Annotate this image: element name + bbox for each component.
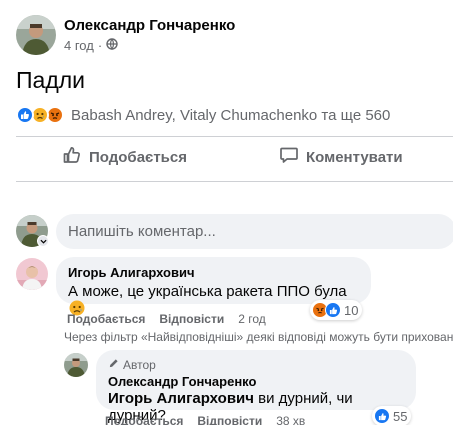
post-meta: 4 год ·	[64, 38, 118, 53]
comment-button[interactable]: Коментувати	[279, 144, 403, 170]
author-badge: Автор	[108, 358, 404, 372]
reply-author[interactable]: Олександр Гончаренко	[108, 374, 404, 389]
comment-input-placeholder: Напишіть коментар...	[68, 223, 216, 240]
comment-icon	[279, 145, 299, 169]
author-badge-label: Автор	[123, 358, 156, 372]
comment-button-label: Коментувати	[306, 148, 403, 166]
divider	[16, 136, 453, 137]
post-author-name[interactable]: Олександр Гончаренко	[64, 17, 235, 34]
reply-time[interactable]: 38 хв	[276, 414, 305, 425]
chevron-down-icon[interactable]	[37, 235, 49, 247]
reply-reply-link[interactable]: Відповісти	[197, 414, 262, 425]
pencil-icon	[108, 358, 119, 372]
comment-reaction-count: 10	[344, 302, 359, 318]
like-reaction-icon	[374, 408, 390, 424]
comment-reactions[interactable]: 10	[310, 300, 363, 320]
comment-like-link[interactable]: Подобається	[67, 312, 145, 326]
reply-actions: Подобається Відповісти 38 хв	[105, 414, 305, 425]
reactions-text[interactable]: Babash Andrey, Vitaly Chumachenko та ще …	[71, 107, 390, 124]
like-reaction-icon	[16, 106, 34, 124]
commenter-avatar[interactable]	[16, 258, 48, 290]
like-button-label: Подобається	[89, 148, 187, 166]
comment-author[interactable]: Игорь Алигархович	[68, 265, 359, 280]
reply-bubble: Автор Олександр Гончаренко Игорь Алигарх…	[96, 350, 416, 424]
reply-reactions[interactable]: 55	[372, 406, 412, 425]
like-button[interactable]: Подобається	[62, 144, 187, 170]
reply-like-link[interactable]: Подобається	[105, 414, 183, 425]
post-text: Падли	[16, 67, 86, 93]
comment-actions: Подобається Відповісти 2 год	[67, 312, 266, 326]
reply-mention[interactable]: Игорь Алигархович	[108, 390, 254, 407]
reactions-summary[interactable]: Babash Andrey, Vitaly Chumachenko та ще …	[16, 105, 390, 125]
post-author-avatar[interactable]	[16, 15, 56, 55]
reply-reaction-count: 55	[393, 408, 408, 424]
comment-reply-link[interactable]: Відповісти	[159, 312, 224, 326]
like-reaction-icon	[325, 302, 341, 318]
comment-time[interactable]: 2 год	[238, 312, 266, 326]
filter-note: Через фільтр «Найвідповідніші» деякі від…	[64, 330, 453, 344]
reply-author-avatar[interactable]	[64, 353, 88, 377]
comment-input[interactable]: Напишіть коментар...	[56, 214, 453, 249]
globe-icon	[106, 38, 118, 53]
post-time[interactable]: 4 год	[64, 38, 94, 53]
divider	[16, 181, 453, 182]
comment-bubble: Игорь Алигархович А може, це українська …	[56, 257, 371, 316]
like-icon	[62, 145, 82, 169]
